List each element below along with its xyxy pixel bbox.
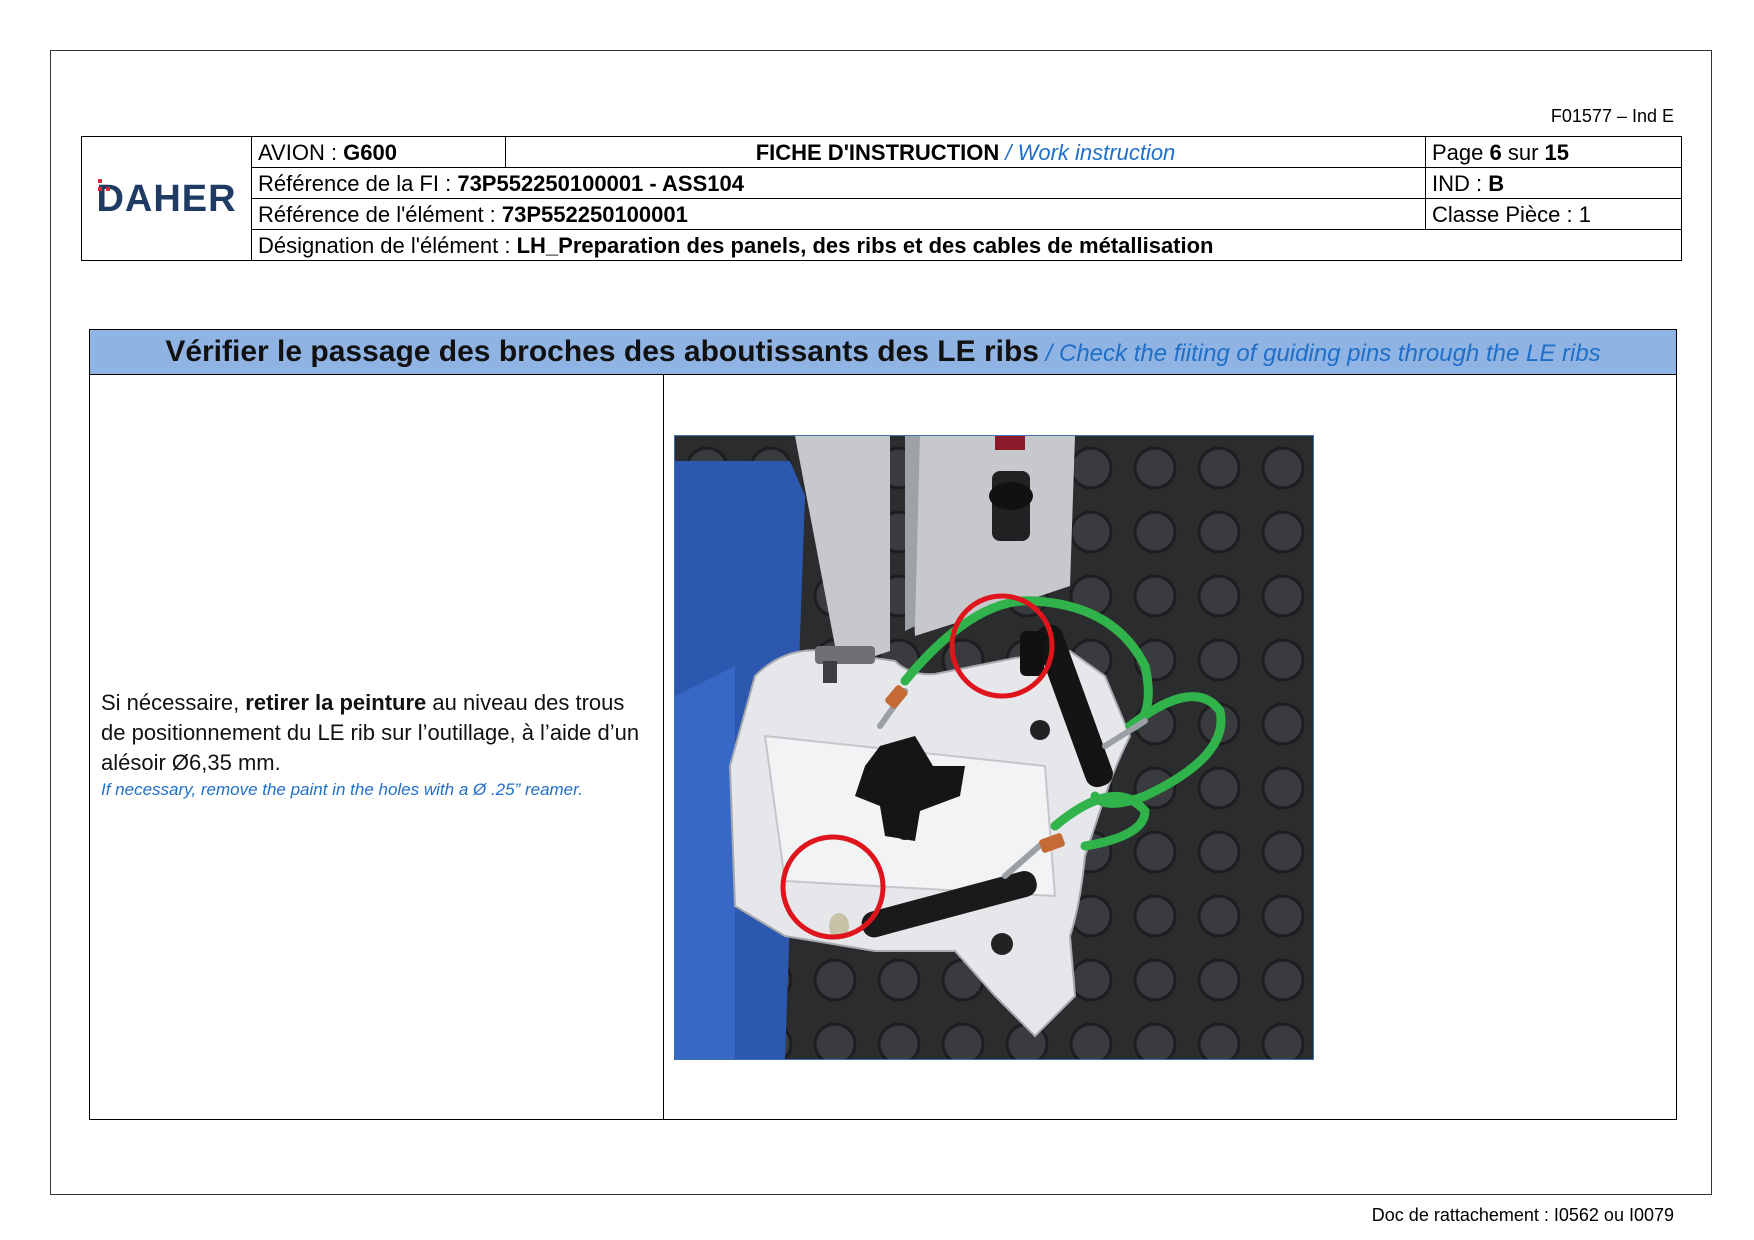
ref-elem-value: 73P552250100001 [501, 201, 688, 227]
form-code: F01577 – Ind E [1550, 106, 1674, 126]
designation-value: LH_Preparation des panels, des ribs et d… [516, 232, 1214, 258]
section-title-en: / Check the fiiting of guiding pins thro… [1039, 340, 1601, 367]
footer-doc-reference: Doc de rattachement : I0562 ou I0079 [1371, 1205, 1674, 1225]
logo-text: DAHER [96, 178, 237, 220]
logo-cell: DAHER [81, 136, 252, 261]
instruction-text: Si nécessaire, retirer la peinture au ni… [101, 688, 653, 802]
page-cell: Page 6 sur 15 [1425, 136, 1682, 168]
daher-logo: DAHER [96, 179, 236, 218]
ref-elem-label: Référence de l'élément : [258, 201, 502, 227]
designation-label: Désignation de l'élément : [258, 232, 517, 258]
ind-label: IND : [1432, 170, 1489, 196]
ref-fi-value: 73P552250100001 - ASS104 [457, 170, 744, 196]
page-current: 6 [1489, 139, 1502, 165]
tooling-photo-drawing [675, 436, 1313, 1059]
ind-value: B [1488, 170, 1505, 196]
doc-type: FICHE D'INSTRUCTION [755, 139, 1000, 165]
page-sep: sur [1501, 139, 1545, 165]
instruction-fr-bold: retirer la peinture [245, 690, 427, 715]
designation-cell: Désignation de l'élément : LH_Preparatio… [251, 229, 1682, 261]
classe-cell: Classe Pièce : 1 [1425, 198, 1682, 230]
logo-dots-icon [98, 179, 114, 193]
ref-fi-cell: Référence de la FI : 73P552250100001 - A… [251, 167, 1426, 199]
tooling-photo [674, 435, 1314, 1060]
page-total: 15 [1544, 139, 1570, 165]
instruction-text-column: Si nécessaire, retirer la peinture au ni… [90, 375, 664, 1119]
section-title-fr: Vérifier le passage des broches des abou… [165, 335, 1039, 368]
avion-value: G600 [343, 139, 397, 165]
document-header: DAHER AVION : G600 FICHE D'INSTRUCTION /… [81, 136, 1682, 261]
page-label: Page [1432, 139, 1490, 165]
avion-cell: AVION : G600 [251, 136, 506, 168]
instruction-section: Vérifier le passage des broches des abou… [89, 329, 1677, 1120]
ref-elem-cell: Référence de l'élément : 73P552250100001 [251, 198, 1426, 230]
section-title: Vérifier le passage des broches des abou… [90, 330, 1676, 375]
ref-fi-label: Référence de la FI : [258, 170, 458, 196]
ind-cell: IND : B [1425, 167, 1682, 199]
photo-column [664, 375, 1676, 1119]
instruction-en: If necessary, remove the paint in the ho… [101, 780, 583, 799]
avion-label: AVION : [258, 139, 344, 165]
doc-type-cell: FICHE D'INSTRUCTION / Work instruction [505, 136, 1426, 168]
doc-type-en: / Work instruction [999, 139, 1176, 165]
instruction-fr-1: Si nécessaire, [101, 690, 246, 715]
